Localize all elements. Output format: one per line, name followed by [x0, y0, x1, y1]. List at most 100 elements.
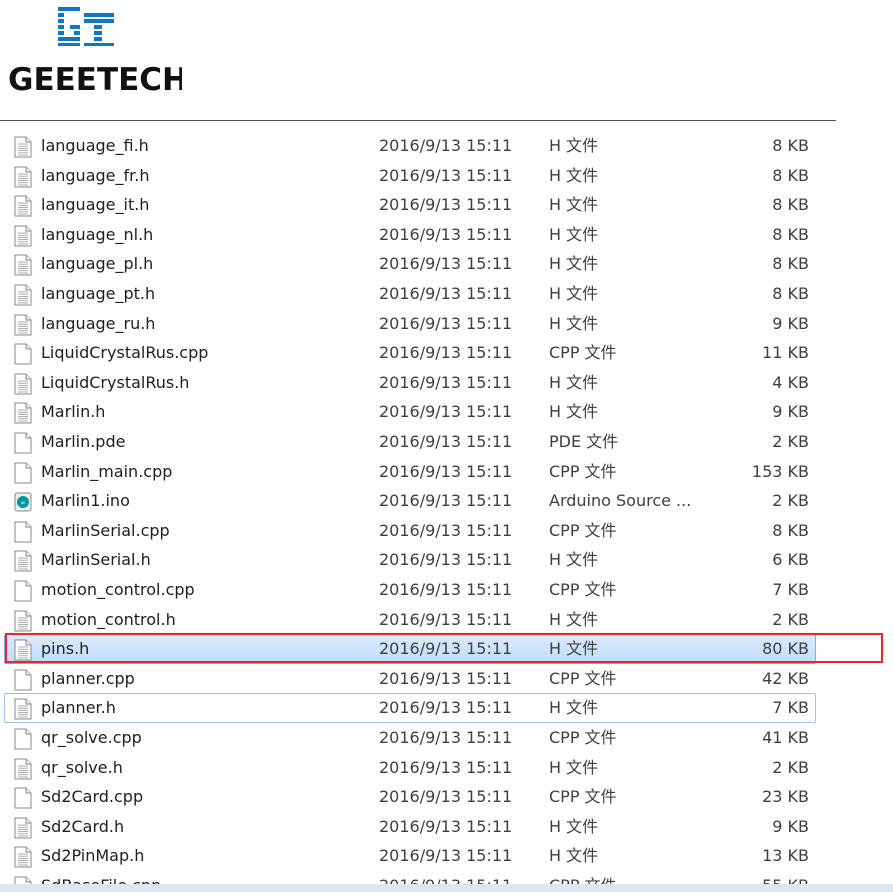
- file-date-modified: 2016/9/13 15:11: [379, 698, 513, 718]
- file-row[interactable]: Marlin.pde 2016/9/13 15:11 PDE 文件 2 KB: [4, 427, 816, 457]
- file-type: CPP 文件: [549, 461, 617, 481]
- text-file-icon: [13, 195, 33, 217]
- file-date-modified: 2016/9/13 15:11: [379, 195, 513, 215]
- blank-file-icon: [13, 728, 33, 750]
- file-type: H 文件: [549, 313, 599, 333]
- file-date-modified: 2016/9/13 15:11: [379, 343, 513, 363]
- file-row[interactable]: language_nl.h 2016/9/13 15:11 H 文件 8 KB: [4, 220, 816, 250]
- document-header: GEEETECH: [0, 0, 893, 125]
- text-file-icon: [13, 817, 33, 839]
- file-name: language_ru.h: [41, 313, 156, 333]
- file-size: 8 KB: [772, 224, 809, 244]
- file-type: H 文件: [549, 639, 599, 659]
- file-row[interactable]: language_pt.h 2016/9/13 15:11 H 文件 8 KB: [4, 279, 816, 309]
- file-size: 23 KB: [762, 787, 809, 807]
- blank-file-icon: [13, 343, 33, 365]
- file-size: 2 KB: [772, 432, 809, 451]
- file-date-modified: 2016/9/13 15:11: [379, 639, 513, 659]
- arduino-file-icon: ∞: [13, 491, 33, 513]
- file-row[interactable]: motion_control.h 2016/9/13 15:11 H 文件 2 KB: [4, 605, 816, 635]
- file-row[interactable]: MarlinSerial.h 2016/9/13 15:11 H 文件 6 KB: [4, 545, 816, 575]
- svg-text:GEEETECH: GEEETECH: [8, 62, 182, 96]
- file-type: CPP 文件: [549, 728, 617, 747]
- file-row[interactable]: LiquidCrystalRus.cpp 2016/9/13 15:11 CPP 文…: [4, 338, 816, 368]
- text-file-icon: [13, 136, 33, 158]
- file-size: 2 KB: [772, 609, 809, 629]
- file-type: H 文件: [549, 846, 599, 866]
- blank-file-icon: [13, 669, 33, 691]
- file-date-modified: 2016/9/13 15:11: [379, 372, 513, 392]
- file-row[interactable]: language_pl.h 2016/9/13 15:11 H 文件 8 KB: [4, 249, 816, 279]
- file-size: 8 KB: [772, 254, 809, 274]
- file-row[interactable]: Sd2Card.h 2016/9/13 15:11 H 文件 9 KB: [4, 812, 816, 842]
- file-row[interactable]: planner.h 2016/9/13 15:11 H 文件 7 KB: [4, 693, 816, 723]
- file-row[interactable]: LiquidCrystalRus.h 2016/9/13 15:11 H 文件 4 K…: [4, 368, 816, 398]
- text-file-icon: [13, 314, 33, 336]
- file-row[interactable]: MarlinSerial.cpp 2016/9/13 15:11 CPP 文件 8 K…: [4, 516, 816, 546]
- file-size: 8 KB: [772, 136, 809, 155]
- file-date-modified: 2016/9/13 15:11: [379, 580, 513, 599]
- text-file-icon: [13, 225, 33, 247]
- file-row[interactable]: Marlin.h 2016/9/13 15:11 H 文件 9 KB: [4, 397, 816, 427]
- file-row[interactable]: pins.h 2016/9/13 15:11 H 文件 80 KB: [4, 634, 816, 664]
- file-name: Marlin.pde: [41, 432, 126, 451]
- blank-file-icon: [13, 462, 33, 484]
- file-name: Sd2PinMap.h: [41, 846, 145, 866]
- file-row[interactable]: language_fr.h 2016/9/13 15:11 H 文件 8 KB: [4, 161, 816, 191]
- file-name: LiquidCrystalRus.h: [41, 372, 190, 392]
- file-row[interactable]: Sd2PinMap.h 2016/9/13 15:11 H 文件 13 KB: [4, 841, 816, 871]
- file-type: H 文件: [549, 284, 599, 303]
- file-date-modified: 2016/9/13 15:11: [379, 284, 513, 303]
- blank-file-icon: [13, 580, 33, 602]
- text-file-icon: [13, 639, 33, 661]
- file-date-modified: 2016/9/13 15:11: [379, 668, 513, 688]
- file-size: 80 KB: [762, 639, 809, 659]
- file-name: language_pl.h: [41, 254, 154, 274]
- file-date-modified: 2016/9/13 15:11: [379, 846, 513, 866]
- text-file-icon: [13, 284, 33, 306]
- file-name: qr_solve.h: [41, 757, 123, 777]
- file-type: CPP 文件: [549, 520, 617, 540]
- file-date-modified: 2016/9/13 15:11: [379, 402, 513, 422]
- file-size: 9 KB: [772, 313, 809, 333]
- file-date-modified: 2016/9/13 15:11: [379, 550, 513, 570]
- file-row[interactable]: Sd2Card.cpp 2016/9/13 15:11 CPP 文件 23 KB: [4, 782, 816, 812]
- file-row[interactable]: motion_control.cpp 2016/9/13 15:11 CPP 文件 7…: [4, 575, 816, 605]
- text-file-icon: [13, 550, 33, 572]
- file-type: H 文件: [549, 609, 599, 629]
- file-name: Marlin1.ino: [41, 491, 130, 511]
- file-type: CPP 文件: [549, 580, 617, 599]
- file-row[interactable]: ∞ Marlin1.ino 2016/9/13 15:11 Arduino Sourc…: [4, 486, 816, 516]
- file-row[interactable]: Marlin_main.cpp 2016/9/13 15:11 CPP 文件 153 …: [4, 457, 816, 487]
- file-size: 13 KB: [762, 846, 809, 866]
- file-date-modified: 2016/9/13 15:11: [379, 165, 513, 185]
- file-name: language_fi.h: [41, 136, 149, 155]
- file-row[interactable]: language_fi.h 2016/9/13 15:11 H 文件 8 KB: [4, 131, 816, 161]
- file-row[interactable]: qr_solve.cpp 2016/9/13 15:11 CPP 文件 41 KB: [4, 723, 816, 753]
- file-size: 8 KB: [772, 284, 809, 303]
- file-row[interactable]: qr_solve.h 2016/9/13 15:11 H 文件 2 KB: [4, 753, 816, 783]
- file-date-modified: 2016/9/13 15:11: [379, 787, 513, 807]
- file-type: H 文件: [549, 195, 599, 215]
- file-name: language_fr.h: [41, 165, 150, 185]
- text-file-icon: [13, 402, 33, 424]
- file-date-modified: 2016/9/13 15:11: [379, 609, 513, 629]
- file-date-modified: 2016/9/13 15:11: [379, 728, 513, 747]
- file-type: H 文件: [549, 254, 599, 274]
- file-name: planner.h: [41, 698, 116, 718]
- file-name: Marlin_main.cpp: [41, 461, 173, 481]
- file-name: motion_control.cpp: [41, 580, 195, 599]
- file-row[interactable]: planner.cpp 2016/9/13 15:11 CPP 文件 42 KB: [4, 664, 816, 694]
- file-row[interactable]: language_ru.h 2016/9/13 15:11 H 文件 9 KB: [4, 309, 816, 339]
- file-size: 41 KB: [762, 728, 809, 747]
- file-size: 2 KB: [772, 757, 809, 777]
- status-strip: [0, 884, 893, 892]
- file-date-modified: 2016/9/13 15:11: [379, 432, 513, 451]
- file-name: planner.cpp: [41, 668, 135, 688]
- file-date-modified: 2016/9/13 15:11: [379, 136, 513, 155]
- file-date-modified: 2016/9/13 15:11: [379, 757, 513, 777]
- file-size: 4 KB: [772, 372, 809, 392]
- file-type: H 文件: [549, 224, 599, 244]
- file-row[interactable]: language_it.h 2016/9/13 15:11 H 文件 8 KB: [4, 190, 816, 220]
- file-type: Arduino Source ...: [549, 491, 692, 511]
